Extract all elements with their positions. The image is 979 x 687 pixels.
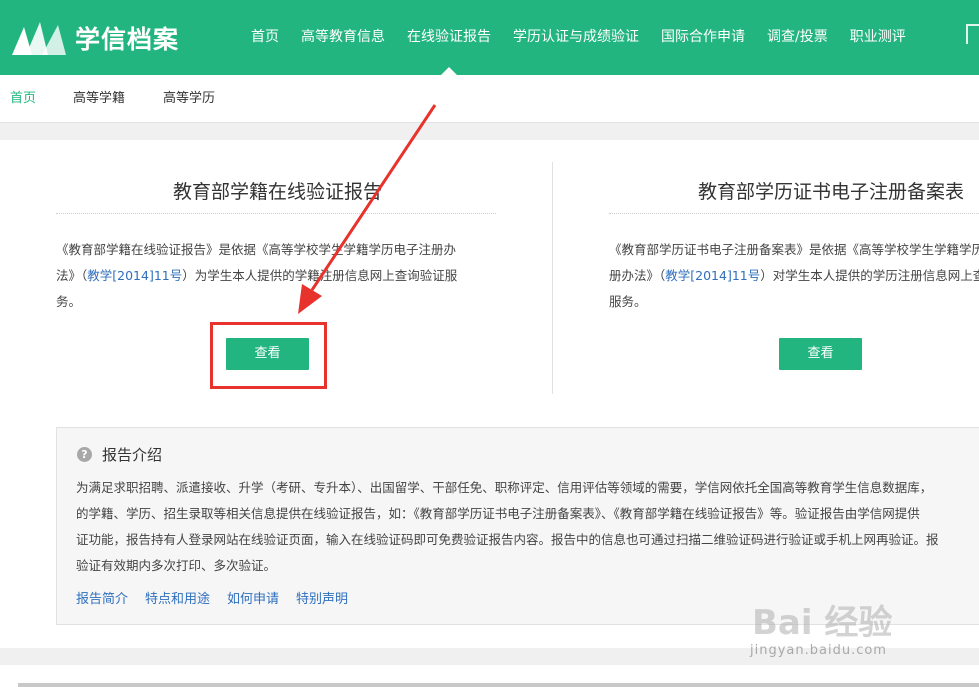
annotation-highlight-box bbox=[210, 322, 327, 389]
card-description: 《教育部学历证书电子注册备案表》是依据《高等学校学生学籍学历电子注 册办法》（教… bbox=[609, 237, 979, 315]
card-divider bbox=[56, 213, 496, 214]
card-description: 《教育部学籍在线验证报告》是依据《高等学校学生学籍学历电子注册办 法》（教学[2… bbox=[56, 237, 501, 315]
desc-text: 册办法》（ bbox=[609, 268, 666, 283]
main-nav: 首页 高等教育信息 在线验证报告 学历认证与成绩验证 国际合作申请 调查/投票 … bbox=[240, 0, 917, 75]
link-features-uses[interactable]: 特点和用途 bbox=[145, 588, 210, 607]
regulation-link[interactable]: 教学[2014]11号 bbox=[665, 268, 760, 283]
desc-text: 法》（ bbox=[56, 268, 88, 283]
link-how-to-apply[interactable]: 如何申请 bbox=[227, 588, 279, 607]
nav-item-home[interactable]: 首页 bbox=[240, 0, 290, 75]
report-intro-title: 报告介绍 bbox=[102, 446, 163, 464]
subnav-item-enrollment[interactable]: 高等学籍 bbox=[73, 75, 125, 123]
desc-line: 册办法》（教学[2014]11号）对学生本人提供的学历注册信息网上查询验证 bbox=[609, 263, 979, 289]
report-intro-links: 报告简介 特点和用途 如何申请 特别声明 bbox=[76, 588, 365, 607]
card-title: 教育部学历证书电子注册备案表 bbox=[698, 181, 965, 203]
intro-line: 验证有效期内多次打印、多次验证。 bbox=[76, 558, 277, 573]
regulation-link[interactable]: 教学[2014]11号 bbox=[87, 268, 182, 283]
link-special-statement[interactable]: 特别声明 bbox=[296, 588, 348, 607]
baidu-watermark: Bai 经验 jingyan.baidu.com bbox=[750, 585, 979, 685]
degree-record-card: 教育部学历证书电子注册备案表 《教育部学历证书电子注册备案表》是依据《高等学校学… bbox=[553, 140, 979, 400]
nav-item-online-verification[interactable]: 在线验证报告 bbox=[396, 0, 502, 75]
nav-item-higher-edu-info[interactable]: 高等教育信息 bbox=[290, 0, 396, 75]
desc-line: 务。 bbox=[56, 294, 82, 309]
nav-item-degree-certification[interactable]: 学历认证与成绩验证 bbox=[502, 0, 650, 75]
link-report-summary[interactable]: 报告简介 bbox=[76, 588, 128, 607]
desc-line: 《教育部学籍在线验证报告》是依据《高等学校学生学籍学历电子注册办 bbox=[56, 242, 457, 257]
site-logo[interactable]: 学信档案 bbox=[10, 18, 179, 58]
subnav-item-degree[interactable]: 高等学历 bbox=[163, 75, 215, 123]
nav-overflow-indicator bbox=[966, 24, 979, 44]
book-logo-icon bbox=[12, 22, 66, 55]
page: 学信档案 首页 高等教育信息 在线验证报告 学历认证与成绩验证 国际合作申请 调… bbox=[0, 0, 979, 687]
logo-text: 学信档案 bbox=[75, 25, 180, 54]
desc-line: 《教育部学历证书电子注册备案表》是依据《高等学校学生学籍学历电子注 bbox=[609, 242, 979, 257]
card-title: 教育部学籍在线验证报告 bbox=[173, 181, 383, 203]
intro-line: 的学籍、学历、招生录取等相关信息提供在线验证报告，如：《教育部学历证书电子注册备… bbox=[76, 506, 920, 521]
watermark-url: jingyan.baidu.com bbox=[750, 643, 887, 658]
top-header: 学信档案 首页 高等教育信息 在线验证报告 学历认证与成绩验证 国际合作申请 调… bbox=[0, 0, 979, 75]
watermark-logo-text: Bai 经验 bbox=[752, 603, 893, 643]
desc-text: ）对学生本人提供的学历注册信息网上查询验证 bbox=[760, 268, 979, 283]
desc-line: 服务。 bbox=[609, 294, 647, 309]
intro-line: 为满足求职招聘、派遣接收、升学（考研、专升本）、出国留学、干部任免、职称评定、信… bbox=[76, 480, 933, 495]
report-intro-text: 为满足求职招聘、派遣接收、升学（考研、专升本）、出国留学、干部任免、职称评定、信… bbox=[76, 475, 979, 579]
question-icon: ? bbox=[77, 447, 92, 462]
nav-item-survey[interactable]: 调查/投票 bbox=[756, 0, 839, 75]
main-content: 教育部学籍在线验证报告 《教育部学籍在线验证报告》是依据《高等学校学生学籍学历电… bbox=[0, 140, 979, 648]
intro-line: 证功能，报告持有人登录网站在线验证页面，输入在线验证码即可免费验证报告内容。报告… bbox=[76, 532, 939, 547]
desc-line: 法》（教学[2014]11号）为学生本人提供的学籍注册信息网上查询验证服 bbox=[56, 263, 501, 289]
card-divider bbox=[609, 213, 979, 214]
sub-nav: 首页 高等学籍 高等学历 bbox=[0, 75, 979, 123]
view-degree-record-button[interactable]: 查看 bbox=[779, 338, 862, 370]
desc-text: ）为学生本人提供的学籍注册信息网上查询验证服 bbox=[182, 268, 458, 283]
subnav-item-home[interactable]: 首页 bbox=[10, 75, 36, 123]
report-intro-header: ? 报告介绍 bbox=[77, 444, 162, 465]
nav-item-career-test[interactable]: 职业测评 bbox=[839, 0, 917, 75]
nav-item-international[interactable]: 国际合作申请 bbox=[650, 0, 756, 75]
